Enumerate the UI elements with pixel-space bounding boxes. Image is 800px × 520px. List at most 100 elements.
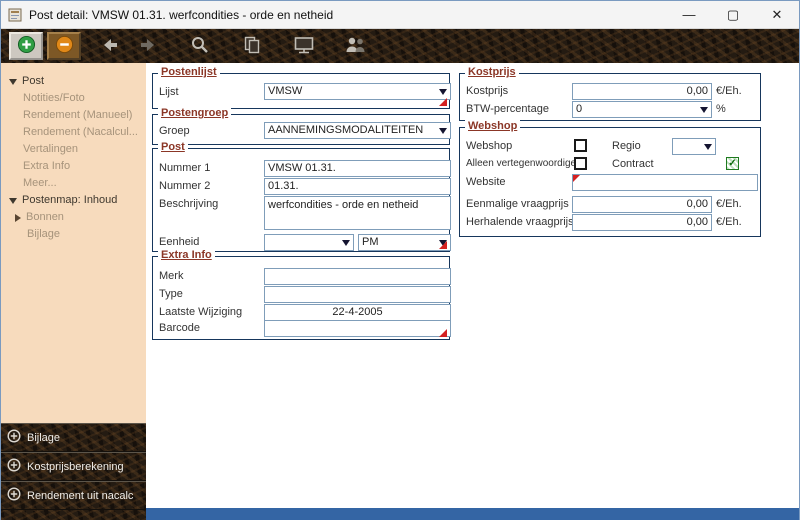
contract-checkbox[interactable]: ✓ bbox=[726, 157, 739, 170]
kostprijsberekening-button[interactable]: Kostprijsberekening bbox=[1, 452, 146, 481]
nummer2-label: Nummer 2 bbox=[159, 180, 210, 192]
copy-button[interactable] bbox=[235, 32, 269, 60]
close-button[interactable]: ✕ bbox=[755, 1, 799, 28]
eenheid-label: Eenheid bbox=[159, 236, 199, 248]
triangle-down-icon bbox=[9, 79, 17, 85]
bijlage-button[interactable]: Bijlage bbox=[1, 423, 146, 452]
groupbox-postenlijst: Postenlijst Lijst VMSW bbox=[152, 73, 450, 109]
merk-field[interactable] bbox=[264, 268, 451, 285]
field-value: 01.31. bbox=[268, 180, 299, 192]
groupbox-title: Extra Info bbox=[158, 249, 215, 261]
previous-button[interactable] bbox=[93, 32, 127, 60]
maximize-button[interactable]: ▢ bbox=[711, 1, 755, 28]
merk-label: Merk bbox=[159, 270, 183, 282]
nummer1-field[interactable]: VMSW 01.31. bbox=[264, 160, 451, 177]
main-panel: Postenlijst Lijst VMSW Postengroep Groep… bbox=[146, 63, 799, 508]
title-bar[interactable]: Post detail: VMSW 01.31. werfcondities -… bbox=[1, 1, 799, 29]
monitor-icon bbox=[293, 35, 315, 58]
minimize-button[interactable]: — bbox=[667, 1, 711, 28]
groupbox-title: Postengroep bbox=[158, 107, 231, 119]
groupbox-title: Webshop bbox=[465, 120, 520, 132]
sidebar-item-rendement-nacalcul[interactable]: Rendement (Nacalcul... bbox=[1, 124, 146, 141]
herhalende-unit: €/Eh. bbox=[716, 216, 742, 228]
tree-label: Bijlage bbox=[27, 226, 60, 243]
plus-circle-icon bbox=[7, 458, 21, 475]
plus-circle-icon bbox=[17, 35, 36, 57]
laatste-wijziging-label: Laatste Wijziging bbox=[159, 306, 242, 318]
webshop-checkbox[interactable] bbox=[574, 139, 587, 152]
btw-combo[interactable]: 0 bbox=[572, 101, 712, 118]
sidebar-item-vertalingen[interactable]: Vertalingen bbox=[1, 141, 146, 158]
minus-circle-icon bbox=[55, 35, 74, 57]
next-button[interactable] bbox=[131, 32, 165, 60]
copy-pages-icon bbox=[242, 35, 262, 58]
sidebar-item-bijlage[interactable]: Bijlage bbox=[1, 226, 146, 243]
field-value: 22-4-2005 bbox=[332, 306, 382, 318]
eenheid-combo-2[interactable]: PM bbox=[358, 234, 451, 251]
field-value: VMSW 01.31. bbox=[268, 162, 336, 174]
groupbox-postengroep: Postengroep Groep AANNEMINGSMODALITEITEN bbox=[152, 114, 450, 145]
sidebar-item-rendement-manueel[interactable]: Rendement (Manueel) bbox=[1, 107, 146, 124]
kostprijs-field[interactable]: 0,00 bbox=[572, 83, 712, 100]
red-corner-marker bbox=[573, 175, 580, 182]
arrow-right-icon bbox=[138, 35, 158, 58]
lijst-combo[interactable]: VMSW bbox=[264, 83, 451, 100]
sidebar-item-meer[interactable]: Meer... bbox=[1, 175, 146, 192]
website-label: Website bbox=[466, 176, 506, 188]
sidebar-item-bonnen[interactable]: Bonnen bbox=[1, 209, 146, 226]
barcode-field[interactable] bbox=[264, 320, 451, 337]
regio-combo[interactable] bbox=[672, 138, 716, 155]
screen-button[interactable] bbox=[287, 32, 321, 60]
arrow-left-icon bbox=[100, 35, 120, 58]
tree-label: Rendement (Manueel) bbox=[23, 107, 132, 124]
field-value: werfcondities - orde en netheid bbox=[268, 199, 418, 211]
sidebar-item-postenmap-inhoud[interactable]: Postenmap: Inhoud bbox=[1, 192, 146, 209]
groupbox-title: Post bbox=[158, 141, 188, 153]
combo-value: PM bbox=[362, 236, 379, 248]
sidebar-item-notities-foto[interactable]: Notities/Foto bbox=[1, 90, 146, 107]
beschrijving-field[interactable]: werfcondities - orde en netheid bbox=[264, 196, 451, 230]
type-field[interactable] bbox=[264, 286, 451, 303]
nummer2-field[interactable]: 01.31. bbox=[264, 178, 451, 195]
alleen-vertegenwoordigers-checkbox[interactable] bbox=[574, 157, 587, 170]
red-corner-marker bbox=[439, 241, 447, 249]
tree-label: Bonnen bbox=[26, 209, 64, 226]
laatste-wijziging-field[interactable]: 22-4-2005 bbox=[264, 304, 451, 321]
users-button[interactable] bbox=[339, 32, 373, 60]
combo-value: 0 bbox=[576, 103, 582, 115]
triangle-right-icon bbox=[15, 214, 21, 222]
tree-label: Postenmap: Inhoud bbox=[22, 192, 117, 209]
sidebar-item-post[interactable]: Post bbox=[1, 73, 146, 90]
field-value: 0,00 bbox=[687, 198, 708, 210]
eenmalige-vraagprijs-field[interactable]: 0,00 bbox=[572, 196, 712, 213]
regio-label: Regio bbox=[612, 140, 641, 152]
window-controls: — ▢ ✕ bbox=[667, 1, 799, 28]
chevron-down-icon bbox=[700, 107, 708, 113]
field-value: 0,00 bbox=[687, 216, 708, 228]
sidebar: Post Notities/Foto Rendement (Manueel) R… bbox=[1, 63, 146, 520]
sidebar-item-extra-info[interactable]: Extra Info bbox=[1, 158, 146, 175]
alleen-vertegenwoordigers-label: Alleen vertegenwoordigers bbox=[466, 158, 574, 169]
combo-value: VMSW bbox=[268, 85, 302, 97]
post-detail-window: Post detail: VMSW 01.31. werfcondities -… bbox=[0, 0, 800, 520]
search-icon bbox=[190, 35, 210, 58]
eenheid-combo-1[interactable] bbox=[264, 234, 354, 251]
website-field[interactable] bbox=[572, 174, 758, 191]
eenmalige-unit: €/Eh. bbox=[716, 198, 742, 210]
search-button[interactable] bbox=[183, 32, 217, 60]
kostprijs-unit: €/Eh. bbox=[716, 85, 742, 97]
tree-label: Meer... bbox=[23, 175, 57, 192]
groep-combo[interactable]: AANNEMINGSMODALITEITEN bbox=[264, 122, 451, 139]
bottom-scrollbar[interactable] bbox=[146, 508, 799, 520]
groupbox-title: Postenlijst bbox=[158, 66, 220, 78]
herhalende-vraagprijs-field[interactable]: 0,00 bbox=[572, 214, 712, 231]
chevron-down-icon bbox=[704, 144, 712, 150]
tree-label: Post bbox=[22, 73, 44, 90]
groupbox-extra-info: Extra Info Merk Type Laatste Wijziging 2… bbox=[152, 256, 450, 340]
herhalende-vraagprijs-label: Herhalende vraagprijs bbox=[466, 216, 574, 228]
rendement-uit-nacalc-button[interactable]: Rendement uit nacalc bbox=[1, 481, 146, 510]
plus-circle-icon bbox=[7, 487, 21, 504]
remove-record-button[interactable] bbox=[47, 32, 81, 60]
add-record-button[interactable] bbox=[9, 32, 43, 60]
contract-label: Contract bbox=[612, 158, 654, 170]
